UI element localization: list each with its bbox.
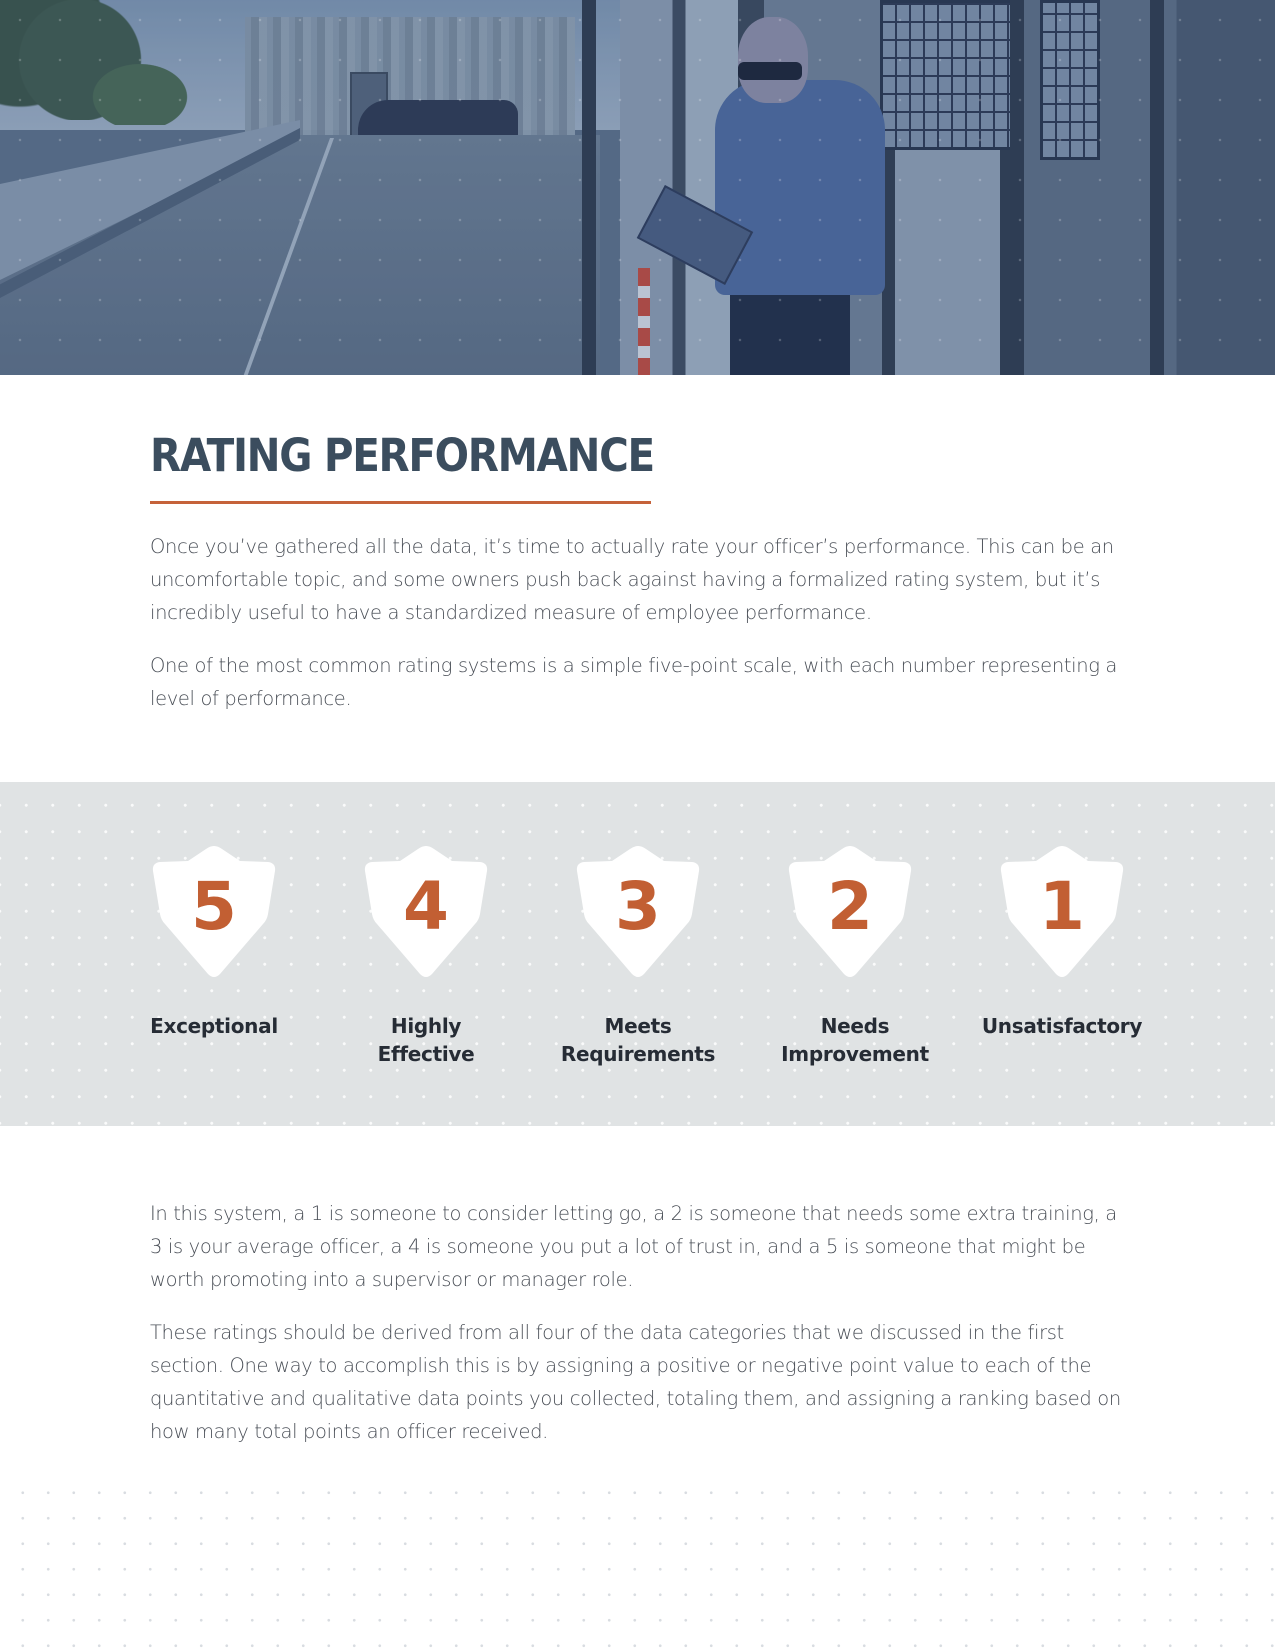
shield-icon: 3 [574,844,702,980]
rating-item: 2 Needs Improvement [750,844,950,1068]
rating-number: 1 [1039,868,1085,945]
rating-number: 4 [403,868,449,945]
intro-paragraph: One of the most common rating systems is… [150,654,1118,710]
shield-icon: 1 [998,844,1126,980]
rating-item: 1 Unsatisfactory [962,844,1162,1040]
shield-icon: 2 [786,844,914,980]
title-underline [150,501,651,504]
rating-number: 2 [827,868,873,945]
rating-label: Needs Improvement [781,1014,929,1066]
shield-icon: 4 [362,844,490,980]
rating-label: Meets Requirements [560,1014,716,1066]
shield-icon: 5 [150,844,278,980]
decorative-dot-grid [0,1470,1275,1650]
page-title: RATING PERFORMANCE [150,429,655,482]
rating-number: 5 [191,868,237,945]
rating-number: 3 [615,868,661,945]
rating-label: Unsatisfactory [981,1014,1143,1038]
body-paragraph: In this system, a 1 is someone to consid… [150,1202,1117,1291]
hero-image [0,0,1275,375]
rating-item: 4 Highly Effective [326,844,526,1068]
body-paragraph: These ratings should be derived from all… [150,1321,1121,1443]
rating-scale: 5 Exceptional 4 Highly Effective 3 Meets… [0,782,1275,1126]
photo-tint-overlay [0,0,1275,375]
rating-label: Exceptional [150,1014,278,1038]
rating-label: Highly Effective [377,1014,475,1066]
rating-list: 5 Exceptional 4 Highly Effective 3 Meets… [0,782,1275,1126]
intro-paragraph: Once you’ve gathered all the data, it’s … [150,535,1114,624]
rating-item: 5 Exceptional [114,844,314,1040]
rating-item: 3 Meets Requirements [538,844,738,1068]
